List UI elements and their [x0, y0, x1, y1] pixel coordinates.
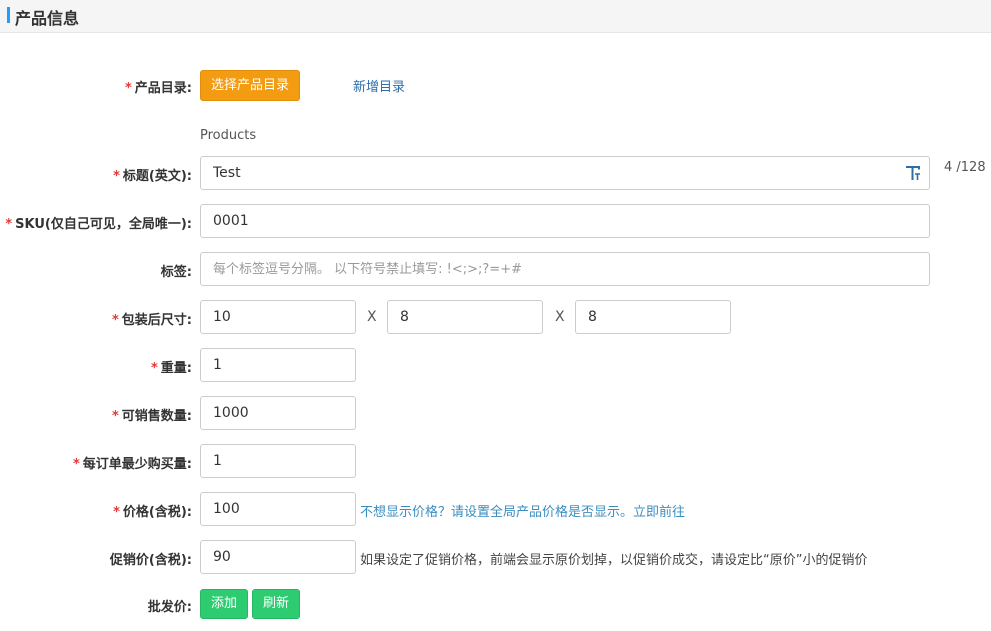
section-title: 产品信息	[15, 9, 80, 28]
promo-price-hint: 如果设定了促销价格，前端会显示原价划掉，以促销价成交，请设定比“原价”小的促销价	[360, 553, 868, 568]
sku-input[interactable]	[200, 204, 930, 238]
price-visibility-link[interactable]: 不想显示价格？请设置全局产品价格是否显示。立即前往	[360, 501, 685, 520]
sku-label: * SKU(仅自己可见，全局唯一):	[5, 217, 192, 232]
catalog-label: * 产品目录:	[124, 81, 192, 96]
refresh-wholesale-button[interactable]: 刷新	[252, 589, 300, 619]
package-size-label: * 包装后尺寸:	[111, 313, 192, 328]
title-input[interactable]	[200, 156, 930, 190]
promo-price-label: 促销价(含税):	[109, 553, 192, 568]
add-wholesale-button[interactable]: 添加	[200, 589, 248, 619]
weight-label: * 重量:	[150, 361, 192, 376]
min-order-label: * 每订单最少购买量:	[72, 457, 192, 472]
stock-input[interactable]	[200, 396, 356, 430]
required-mark: *	[72, 457, 80, 472]
section-header: 产品信息	[0, 0, 991, 33]
required-mark: *	[113, 505, 120, 520]
stock-label: * 可销售数量:	[111, 409, 192, 424]
weight-input[interactable]	[200, 348, 356, 382]
size-separator: X	[367, 309, 377, 325]
title-char-counter: 4 /128	[944, 160, 986, 175]
package-width-input[interactable]	[387, 300, 543, 334]
tags-label: 标签:	[160, 265, 192, 280]
package-height-input[interactable]	[575, 300, 731, 334]
tags-input[interactable]	[200, 252, 930, 286]
price-input[interactable]	[200, 492, 356, 526]
wholesale-label: 批发价:	[147, 600, 192, 615]
required-mark: *	[111, 409, 119, 424]
text-format-icon[interactable]	[904, 164, 922, 182]
header-accent-bar	[7, 7, 10, 23]
package-length-input[interactable]	[200, 300, 356, 334]
required-mark: *	[124, 81, 132, 96]
title-label: * 标题(英文):	[113, 169, 192, 184]
add-catalog-link[interactable]: 新增目录	[353, 76, 405, 95]
price-label: * 价格(含税):	[113, 505, 192, 520]
min-order-input[interactable]	[200, 444, 356, 478]
required-mark: *	[113, 169, 120, 184]
required-mark: *	[150, 361, 158, 376]
size-separator: X	[555, 309, 565, 325]
promo-price-input[interactable]	[200, 540, 356, 574]
required-mark: *	[111, 313, 119, 328]
selected-catalog: Products	[200, 128, 257, 143]
select-catalog-button[interactable]: 选择产品目录	[200, 70, 300, 101]
required-mark: *	[5, 217, 13, 232]
